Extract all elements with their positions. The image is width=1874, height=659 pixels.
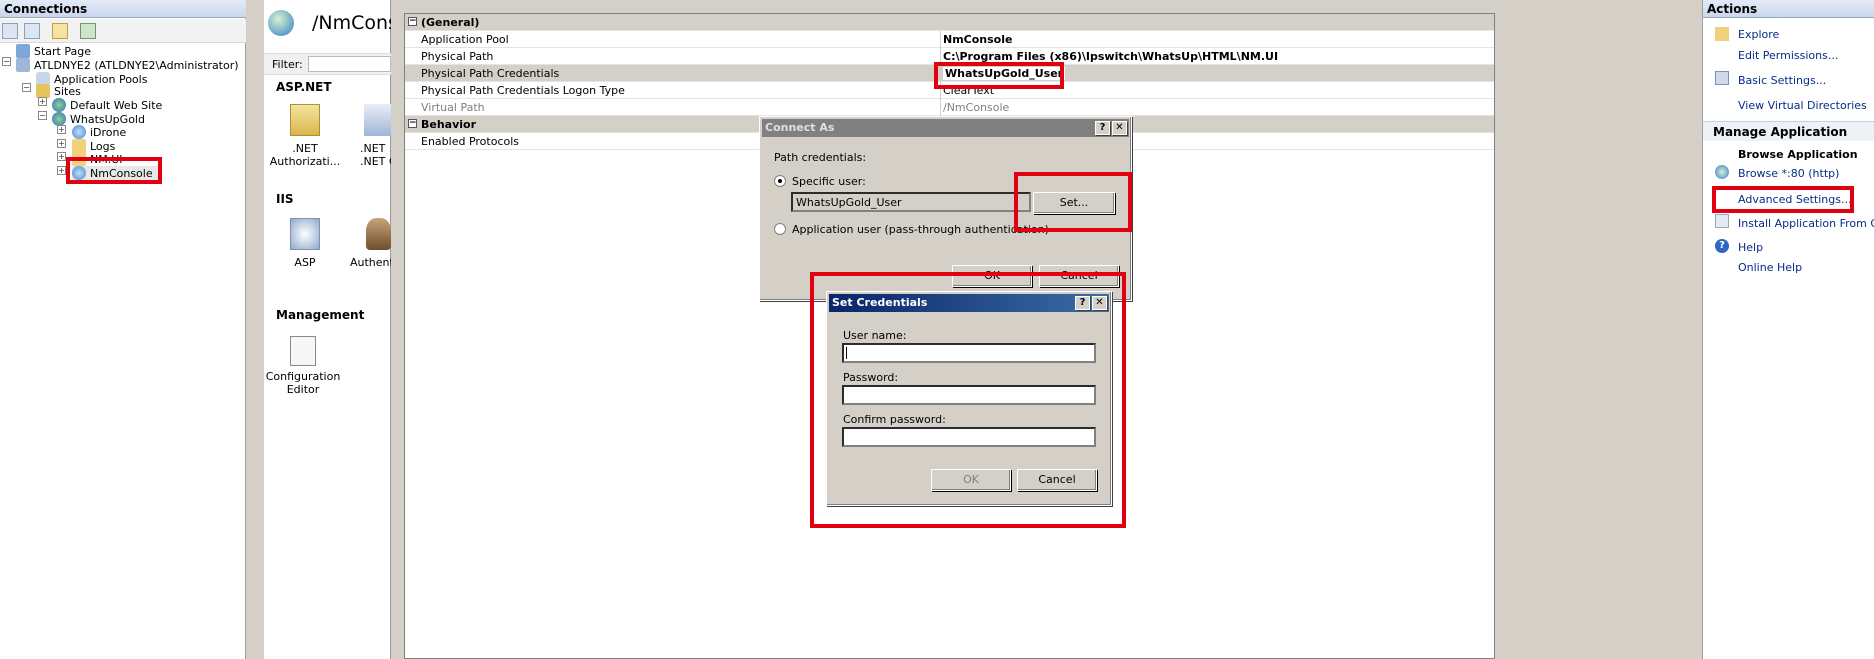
filter-bar: Filter: — [264, 53, 391, 75]
connections-panel: Connections Start Page − ATLDNYE2 (ATLDN… — [0, 0, 246, 659]
expand-icon[interactable]: + — [57, 139, 66, 148]
highlight-box-advanced-settings — [1712, 186, 1854, 213]
expand-icon[interactable]: + — [38, 97, 47, 106]
section-management: Management — [276, 308, 365, 322]
panel-splitter[interactable] — [247, 0, 264, 659]
expand-icon[interactable]: + — [57, 125, 66, 134]
specific-user-field: WhatsUpGold_User — [791, 192, 1031, 212]
help-icon[interactable]: ? — [1095, 121, 1110, 135]
server-icon — [16, 58, 30, 72]
connect-icon[interactable] — [2, 23, 18, 39]
explore-icon — [1715, 27, 1729, 41]
features-panel: /NmCons Filter: ASP.NET .NET Authorizati… — [264, 0, 406, 659]
collapse-icon[interactable]: − — [2, 57, 11, 66]
refresh-icon[interactable] — [80, 23, 96, 39]
browse-application-header: Browse Application — [1738, 148, 1858, 161]
asp-icon — [290, 218, 320, 250]
up-folder-icon[interactable] — [52, 23, 68, 39]
authentication-icon — [366, 218, 391, 250]
authorization-icon — [290, 104, 320, 136]
start-page-icon — [16, 44, 30, 58]
action-basic-settings[interactable]: Basic Settings... — [1738, 74, 1826, 87]
configuration-editor-icon — [290, 336, 316, 366]
path-credentials-label: Path credentials: — [774, 151, 867, 164]
save-icon[interactable] — [24, 23, 40, 39]
highlight-box-credentials — [934, 62, 1064, 89]
panel-background — [1510, 0, 1702, 659]
property-row[interactable]: Application Pool NmConsole — [405, 31, 1494, 48]
filter-input[interactable] — [308, 56, 391, 72]
collapse-icon[interactable]: − — [22, 83, 31, 92]
connections-toolbar — [0, 19, 246, 43]
collapse-icon[interactable]: − — [38, 111, 47, 120]
expand-icon[interactable]: + — [57, 152, 66, 161]
close-icon[interactable]: ✕ — [1112, 121, 1127, 135]
app-user-label: Application user (pass-through authentic… — [792, 223, 1049, 236]
section-aspnet: ASP.NET — [276, 80, 332, 94]
globe-icon — [52, 98, 66, 112]
action-browse[interactable]: Browse *:80 (http) — [1738, 167, 1839, 180]
app-user-radio[interactable] — [774, 223, 786, 235]
connect-as-titlebar[interactable]: Connect As ? ✕ — [762, 119, 1129, 137]
expand-icon[interactable]: + — [57, 166, 66, 175]
sites-folder-icon — [36, 84, 50, 98]
action-online-help[interactable]: Online Help — [1738, 261, 1802, 274]
category-general[interactable]: − (General) — [405, 14, 1494, 31]
action-explore[interactable]: Explore — [1738, 28, 1779, 41]
collapse-icon[interactable]: − — [408, 119, 417, 128]
highlight-box-set-credentials — [810, 272, 1126, 528]
install-icon — [1715, 214, 1729, 228]
specific-user-radio[interactable] — [774, 175, 786, 187]
folder-icon — [72, 139, 86, 153]
actions-header: Actions — [1703, 0, 1874, 18]
action-help[interactable]: Help — [1738, 241, 1763, 254]
specific-user-label: Specific user: — [792, 175, 866, 188]
help-icon: ? — [1715, 239, 1729, 253]
basic-settings-icon — [1715, 71, 1729, 85]
feature-configuration-editor[interactable]: Configuration Editor — [264, 370, 342, 396]
feature-asp[interactable]: ASP — [266, 256, 344, 269]
browse-icon — [1715, 165, 1729, 179]
page-title: /NmCons — [312, 12, 398, 34]
compilation-icon — [364, 104, 391, 136]
highlight-box-nmconsole — [66, 157, 162, 184]
app-icon — [72, 125, 86, 139]
property-row-readonly: Virtual Path /NmConsole — [405, 99, 1494, 116]
connections-header: Connections — [0, 0, 246, 18]
highlight-box-set-button — [1014, 172, 1132, 232]
manage-application-header: Manage Application — [1703, 121, 1874, 141]
globe-icon — [268, 10, 294, 36]
section-iis: IIS — [276, 192, 294, 206]
action-install-from-gallery[interactable]: Install Application From Galle — [1738, 217, 1874, 230]
feature-net-authorization[interactable]: .NET Authorizati... — [266, 142, 344, 168]
actions-panel: Actions Explore Edit Permissions... Basi… — [1702, 0, 1874, 659]
globe-icon — [52, 112, 66, 126]
filter-label: Filter: — [272, 58, 303, 71]
collapse-icon[interactable]: − — [408, 17, 417, 26]
action-edit-permissions[interactable]: Edit Permissions... — [1738, 49, 1838, 62]
action-view-virtual-directories[interactable]: View Virtual Directories — [1738, 99, 1867, 112]
